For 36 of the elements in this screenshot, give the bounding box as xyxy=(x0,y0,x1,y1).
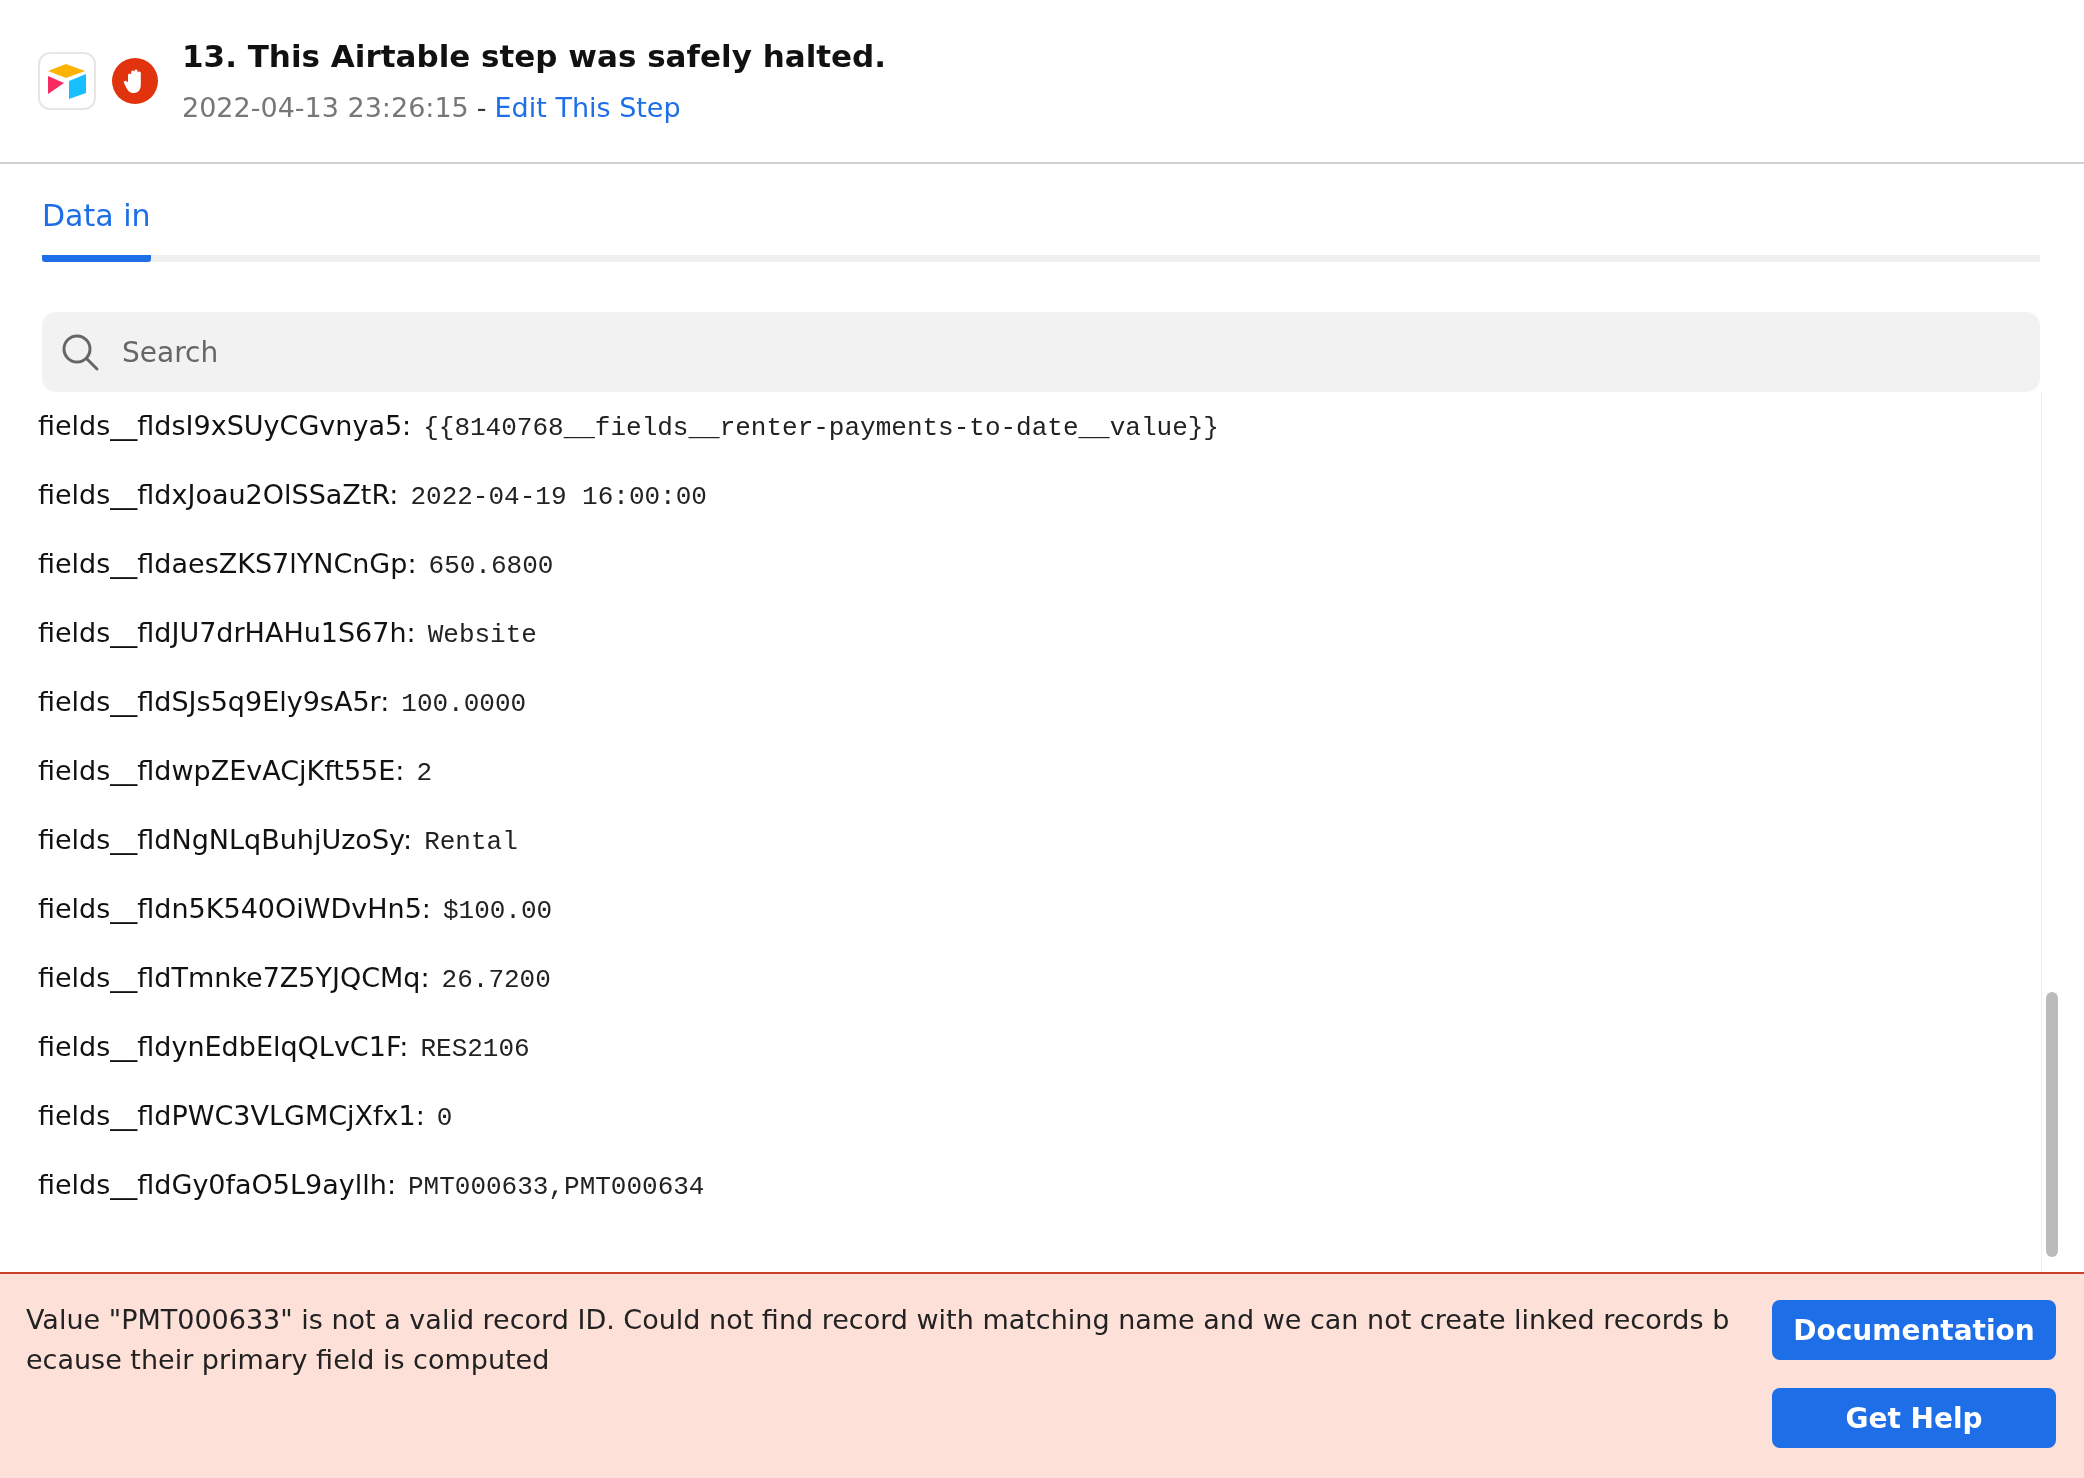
hand-stop-icon xyxy=(112,58,158,104)
field-value: 100.0000 xyxy=(401,689,527,719)
field-value: 650.6800 xyxy=(428,551,554,581)
airtable-logo-icon xyxy=(38,52,96,110)
data-in-tab[interactable]: Data in xyxy=(42,198,151,262)
field-name: fields__fldxJoau2OlSSaZtR: xyxy=(38,479,399,510)
field-name: fields__fldPWC3VLGMCjXfx1: xyxy=(38,1100,425,1131)
field-name: fields__fldwpZEvACjKft55E: xyxy=(38,755,405,786)
field-value: 2 xyxy=(416,758,433,788)
error-message: Value "PMT000633" is not a valid record ID. Could not find record with matching name and we can not create linked records because their primary field is computed xyxy=(26,1303,1731,1377)
field-value: 2022-04-19 16:00:00 xyxy=(410,482,707,512)
field-name: fields__fldNgNLqBuhjUzoSy: xyxy=(38,824,413,855)
field-value: Website xyxy=(427,620,537,650)
scrollbar-thumb[interactable] xyxy=(2046,992,2058,1257)
field-value: {{8140768__fields__renter-payments-to-date__value}} xyxy=(423,413,1219,443)
field-value: RES2106 xyxy=(420,1034,530,1064)
edit-step-link[interactable]: Edit This Step xyxy=(494,92,681,123)
field-name: fields__fldGy0faO5L9ayllh: xyxy=(38,1169,396,1200)
search-field[interactable]: Search xyxy=(42,312,2040,392)
field-name: fields__fldn5K540OiWDvHn5: xyxy=(38,893,431,924)
field-name: fields__fldSJs5q9Ely9sA5r: xyxy=(38,686,390,717)
field-value: PMT000633,PMT000634 xyxy=(408,1172,705,1202)
field-name: fields__fldsI9xSUyCGvnya5: xyxy=(38,410,412,441)
field-value: 0 xyxy=(436,1103,453,1133)
field-name: fields__fldynEdbElqQLvC1F: xyxy=(38,1031,409,1062)
field-value: Rental xyxy=(424,827,518,857)
field-value: 26.7200 xyxy=(441,965,551,995)
field-value: $100.00 xyxy=(442,896,553,926)
step-title: 13. This Airtable step was safely halted. xyxy=(182,38,887,74)
field-name: fields__fldJU7drHAHu1S67h: xyxy=(38,617,416,648)
separator: - xyxy=(476,92,487,123)
field-name: fields__fldTmnke7Z5YJQCMq: xyxy=(38,962,430,993)
get-help-button[interactable]: Get Help xyxy=(1772,1388,2056,1448)
documentation-button[interactable]: Documentation xyxy=(1772,1300,2056,1360)
field-name: fields__fldaesZKS7lYNCnGp: xyxy=(38,548,417,579)
timestamp: 2022-04-13 23:26:15 xyxy=(182,92,469,123)
